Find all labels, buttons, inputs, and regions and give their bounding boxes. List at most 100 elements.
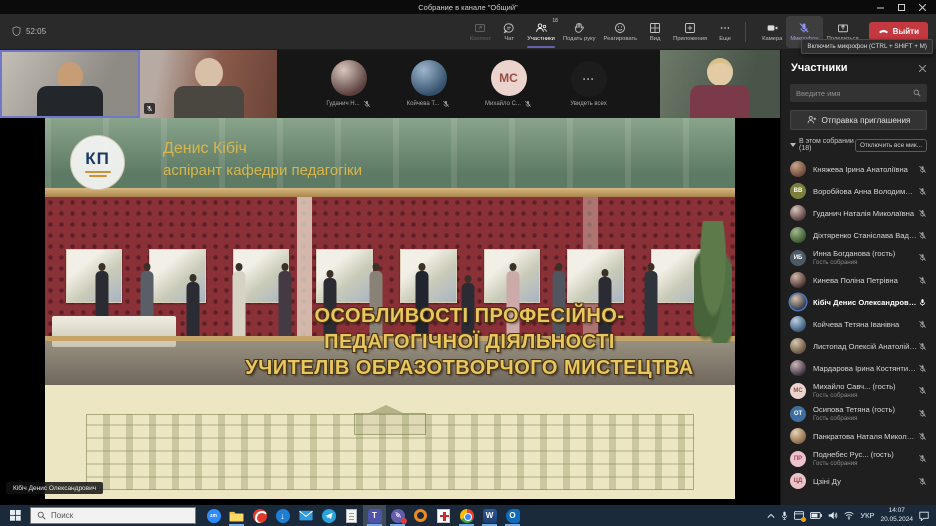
ring-app-icon[interactable] [409, 505, 432, 526]
mic-active-icon[interactable] [917, 297, 927, 307]
taskbar-search-input[interactable] [51, 511, 189, 520]
windows-taskbar: zm ↓ T W O УКР 14:07 20.05.2024 [0, 505, 936, 526]
mic-muted-icon[interactable] [917, 164, 927, 174]
tray-expand-icon[interactable] [767, 513, 775, 519]
mic-muted-icon[interactable] [917, 454, 927, 464]
view-button[interactable]: Вид [641, 16, 669, 48]
participant-name: Койчева Тетяна Іванівна [813, 320, 917, 329]
participant-row[interactable]: ВВ Воробйова Анна Володимирівна [781, 180, 936, 202]
medical-app-icon[interactable] [432, 505, 455, 526]
taskbar-search[interactable] [30, 507, 196, 524]
participant-row[interactable]: Княжева Ірина Анатоліївна [781, 158, 936, 180]
participant-row[interactable]: ИБ Инна Богданова (гость) Гость собрания [781, 246, 936, 269]
participant-name: Гуданич Н... [326, 101, 359, 107]
participant-name: Кібіч Денис Олександрович [813, 298, 917, 307]
mute-all-button[interactable]: Отключить все мик... [855, 139, 927, 152]
search-input[interactable] [796, 89, 913, 98]
tray-battery-icon[interactable] [810, 512, 822, 519]
participants-button[interactable]: 18 Участники [523, 16, 559, 48]
participant-name: Воробйова Анна Володимирівна [813, 187, 917, 196]
file-explorer-icon[interactable] [225, 505, 248, 526]
video-tile-speaker-1[interactable] [0, 50, 140, 118]
participant-row[interactable]: Панкратова Наталя Миколаївна [781, 425, 936, 447]
audio-participant[interactable]: Гуданич Н... [318, 60, 380, 108]
mic-muted-icon[interactable] [917, 409, 927, 419]
meeting-title: Собрание в канале "Общий" [0, 3, 936, 12]
language-indicator[interactable]: УКР [860, 511, 874, 520]
word-app-icon[interactable]: W [478, 505, 501, 526]
mic-muted-icon[interactable] [917, 386, 927, 396]
notepad-app-icon[interactable] [340, 505, 363, 526]
mic-muted-icon[interactable] [917, 230, 927, 240]
chat-button[interactable]: Чат [495, 16, 523, 48]
mic-muted-icon[interactable] [917, 208, 927, 218]
participant-row[interactable]: Койчева Тетяна Іванівна [781, 313, 936, 335]
apps-button[interactable]: Приложения [669, 16, 711, 48]
system-tray: УКР 14:07 20.05.2024 [767, 507, 936, 523]
participant-row[interactable]: Листопад Олексій Анатолійович [781, 335, 936, 357]
maximize-button[interactable] [898, 4, 905, 11]
participant-avatar [790, 227, 806, 243]
react-button[interactable]: Реагировать [600, 16, 642, 48]
tray-network-icon[interactable] [844, 511, 854, 520]
tray-mic-icon[interactable] [781, 511, 788, 520]
mail-app-icon[interactable] [294, 505, 317, 526]
notification-center-icon[interactable] [919, 511, 929, 521]
tray-window-icon[interactable] [794, 511, 804, 520]
participant-row[interactable]: Кинева Поліна Петрівна [781, 269, 936, 291]
participant-avatar [790, 161, 806, 177]
participant-row[interactable]: ЦД Цзіні Ду [781, 470, 936, 492]
participant-row[interactable]: ПР Поднебес Рус... (гость) Гость собрани… [781, 447, 936, 470]
content-share-button[interactable]: Контент [466, 16, 495, 48]
video-tile-speaker-3[interactable] [660, 50, 780, 118]
tray-volume-icon[interactable] [828, 511, 838, 520]
clock[interactable]: 14:07 20.05.2024 [880, 507, 913, 523]
more-button[interactable]: Еще [711, 16, 739, 48]
audio-participant[interactable]: МС Михайло С... [478, 60, 540, 108]
zoom-app-icon[interactable]: zm [202, 505, 225, 526]
close-button[interactable] [919, 4, 926, 11]
participant-search[interactable] [790, 84, 927, 102]
telegram-app-icon[interactable] [317, 505, 340, 526]
viber-app-icon[interactable] [386, 505, 409, 526]
video-tile-speaker-2[interactable] [140, 50, 277, 118]
outlook-app-icon[interactable]: O [501, 505, 524, 526]
date: 20.05.2024 [880, 516, 913, 523]
mic-muted-icon[interactable] [917, 253, 927, 263]
presenter-name-badge: Кібіч Денис Олександрович [6, 482, 103, 494]
participant-row[interactable]: Діхтяренко Станіслава Вадимів... [781, 224, 936, 246]
participant-row[interactable]: МС Михайло Савч... (гость) Гость собрани… [781, 379, 936, 402]
mic-muted-icon[interactable] [917, 341, 927, 351]
chrome-app-icon[interactable] [455, 505, 478, 526]
mic-muted-icon[interactable] [917, 319, 927, 329]
raise-hand-button[interactable]: Подать руку [559, 16, 600, 48]
mic-muted-icon[interactable] [917, 363, 927, 373]
mic-muted-icon[interactable] [917, 431, 927, 441]
participant-role: Гость собрания [813, 392, 917, 399]
participant-name: Панкратова Наталя Миколаївна [813, 432, 917, 441]
participant-avatar: ЦД [790, 473, 806, 489]
audio-participant[interactable]: ··· Увидеть всех [558, 61, 620, 107]
mic-muted-icon[interactable] [917, 186, 927, 196]
download-app-icon[interactable]: ↓ [271, 505, 294, 526]
chevron-down-icon [790, 143, 796, 147]
participant-row[interactable]: Кібіч Денис Олександрович [781, 291, 936, 313]
participant-row[interactable]: Мардарова Ірина Костянтинівна [781, 357, 936, 379]
camera-button[interactable]: Камера [758, 16, 786, 48]
avatar: ··· [571, 61, 607, 97]
minimize-button[interactable] [877, 4, 884, 11]
mic-muted-icon[interactable] [917, 275, 927, 285]
in-meeting-section-label[interactable]: В этом собрании (18) [790, 138, 855, 152]
panel-close-icon[interactable] [919, 59, 926, 77]
audio-participant[interactable]: Койчева Т... [398, 60, 460, 108]
ccleaner-app-icon[interactable] [248, 505, 271, 526]
send-invite-button[interactable]: Отправка приглашения [790, 110, 927, 130]
participant-name: Увидеть всех [570, 101, 607, 107]
teams-app-icon[interactable]: T [363, 505, 386, 526]
participant-row[interactable]: Гуданич Наталія Миколаївна [781, 202, 936, 224]
start-button[interactable] [0, 505, 30, 526]
mic-muted-icon [442, 100, 450, 108]
participant-row[interactable]: ОТ Осипова Тетяна (гость) Гость собрания [781, 402, 936, 425]
toolbar-divider [745, 22, 746, 42]
mic-muted-icon[interactable] [917, 476, 927, 486]
